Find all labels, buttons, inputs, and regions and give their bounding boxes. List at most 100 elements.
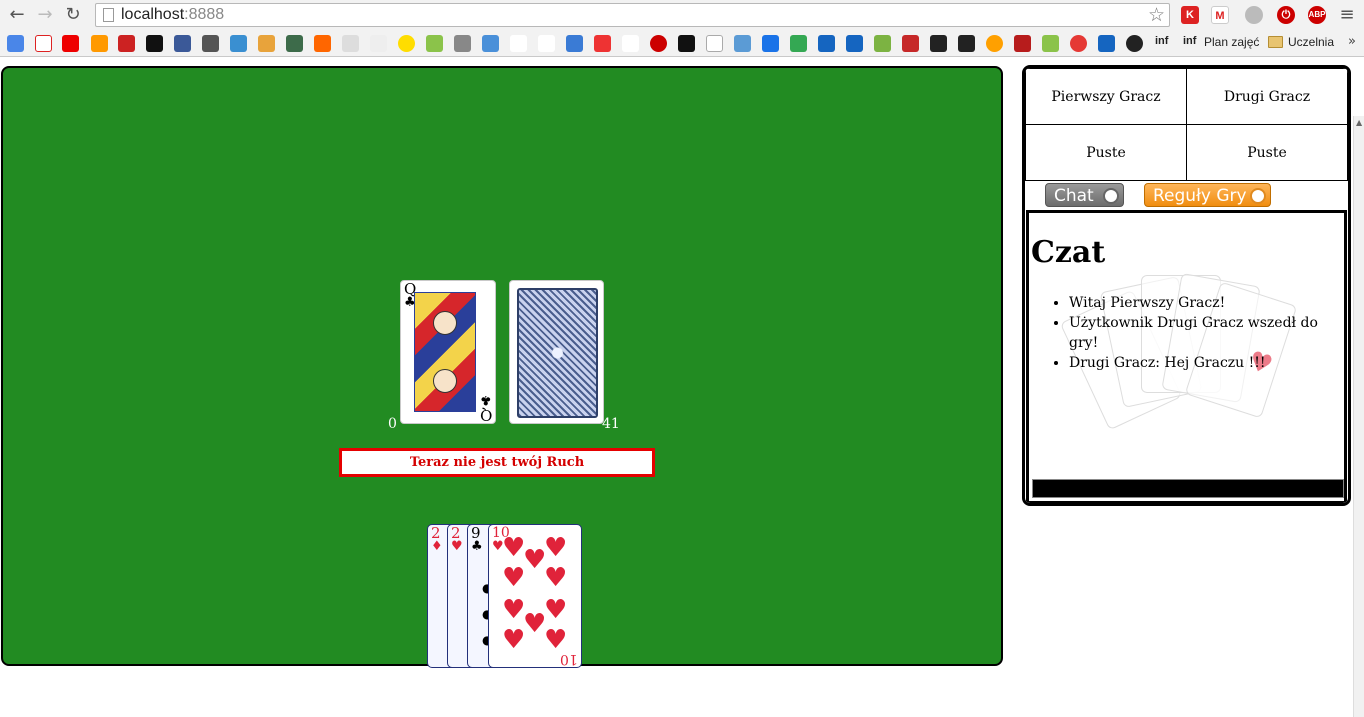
player-slot-1: Pierwszy Gracz bbox=[1025, 68, 1187, 125]
bookmark-inf-label[interactable]: inf bbox=[1155, 35, 1168, 47]
reload-icon[interactable]: ↻ bbox=[62, 4, 84, 26]
scroll-up-icon[interactable]: ▲ bbox=[1356, 118, 1362, 127]
bookmark-icon-40[interactable] bbox=[1098, 35, 1115, 52]
chat-message: Drugi Gracz: Hej Graczu !!! bbox=[1069, 353, 1344, 373]
bookmark-icon-25[interactable] bbox=[678, 35, 695, 52]
rules-tab-label: Reguły Gry bbox=[1153, 186, 1247, 206]
bookmark-google-icon[interactable] bbox=[7, 35, 24, 52]
extension-k-icon[interactable]: K bbox=[1181, 6, 1199, 24]
bookmark-icon-36[interactable] bbox=[986, 35, 1003, 52]
bookmark-icon-19[interactable] bbox=[510, 35, 527, 52]
hand-card-10-hearts[interactable]: 10 ♥ ♥ ♥ ♥ ♥ ♥ ♥ ♥ ♥ ♥ ♥ 10 bbox=[488, 524, 582, 668]
diamond-icon: ♦ bbox=[431, 539, 443, 554]
bookmark-icon-11[interactable] bbox=[286, 35, 303, 52]
heart-pip-icon: ♥ bbox=[502, 595, 526, 625]
chat-panel: ♥ Czat Witaj Pierwszy Gracz! Użytkownik … bbox=[1026, 210, 1347, 503]
chat-message: Witaj Pierwszy Gracz! bbox=[1069, 293, 1344, 313]
heart-pip-icon: ♥ bbox=[502, 625, 526, 655]
bookmark-icon-6[interactable] bbox=[146, 35, 163, 52]
bookmark-icon-13[interactable] bbox=[342, 35, 359, 52]
bookmark-icon-30[interactable] bbox=[818, 35, 835, 52]
bookmark-icon-31[interactable] bbox=[846, 35, 863, 52]
bookmark-gmail-icon[interactable] bbox=[35, 35, 52, 52]
heart-pip-icon: ♥ bbox=[502, 563, 526, 593]
bookmark-icon-10[interactable] bbox=[258, 35, 275, 52]
heart-pip-icon: ♥ bbox=[544, 533, 568, 563]
bookmark-icon-24[interactable] bbox=[650, 35, 667, 52]
chat-input[interactable] bbox=[1032, 479, 1344, 498]
gmail-icon[interactable]: M bbox=[1211, 6, 1229, 24]
bookmark-icon-37[interactable] bbox=[1014, 35, 1031, 52]
bookmark-icon-12[interactable] bbox=[314, 35, 331, 52]
heart-pip-icon: ♥ bbox=[523, 609, 547, 639]
bookmark-icon-8[interactable] bbox=[202, 35, 219, 52]
bookmark-icon-21[interactable] bbox=[566, 35, 583, 52]
heart-icon: ♥ bbox=[451, 539, 463, 554]
search-extension-icon[interactable] bbox=[1245, 6, 1263, 24]
bookmark-icon-28[interactable] bbox=[762, 35, 779, 52]
card-back-pattern bbox=[517, 288, 598, 418]
rules-tab-button[interactable]: Reguły Gry bbox=[1144, 183, 1271, 207]
card-rank: Q bbox=[479, 406, 492, 424]
page-content: Q ♣ ♣ Q 0 41 Teraz nie jest twój Ruch 2 … bbox=[0, 58, 1364, 717]
heart-pip-icon: ♥ bbox=[544, 625, 568, 655]
player-slot-2: Drugi Gracz bbox=[1186, 68, 1348, 125]
chat-message: Użytkownik Drugi Gracz wszedł do gry! bbox=[1069, 313, 1344, 353]
card-table: Q ♣ ♣ Q 0 41 Teraz nie jest twój Ruch 2 … bbox=[1, 66, 1003, 668]
queen-face-icon bbox=[433, 311, 457, 335]
bookmarks-bar: inf inf Plan zajęć Uczelnia » bbox=[0, 30, 1364, 57]
bookmark-icon-17[interactable] bbox=[454, 35, 471, 52]
back-arrow-icon[interactable]: ← bbox=[6, 4, 28, 26]
bookmark-icon-26[interactable] bbox=[706, 35, 723, 52]
player-slot-3: Puste bbox=[1025, 124, 1187, 181]
address-bar[interactable]: localhost:8888 ☆ bbox=[95, 3, 1170, 27]
club-icon: ♣ bbox=[471, 539, 483, 554]
bookmark-xda-icon[interactable] bbox=[930, 35, 947, 52]
bookmark-icon-35[interactable] bbox=[958, 35, 975, 52]
page-icon bbox=[103, 8, 114, 22]
turn-status-message: Teraz nie jest twój Ruch bbox=[339, 448, 655, 477]
bookmark-play-icon[interactable] bbox=[790, 35, 807, 52]
bookmark-amazon-icon[interactable] bbox=[91, 35, 108, 52]
bookmark-plan-icon[interactable]: inf bbox=[1183, 35, 1196, 47]
heart-pip-icon: ♥ bbox=[502, 533, 526, 563]
draw-deck[interactable] bbox=[509, 280, 604, 424]
chat-tab-button[interactable]: Chat bbox=[1045, 183, 1124, 207]
chat-tab-label: Chat bbox=[1054, 186, 1094, 206]
forward-arrow-icon[interactable]: → bbox=[34, 4, 56, 26]
bookmark-icon-38[interactable] bbox=[1042, 35, 1059, 52]
chat-messages: Witaj Pierwszy Gracz! Użytkownik Drugi G… bbox=[1069, 293, 1344, 373]
url-text[interactable]: localhost:8888 bbox=[121, 6, 224, 24]
bookmark-facebook-icon[interactable] bbox=[174, 35, 191, 52]
bookmark-youtube-icon[interactable] bbox=[62, 35, 79, 52]
adblock-plus-icon[interactable]: ABP bbox=[1308, 6, 1326, 24]
bookmarks-overflow-icon[interactable]: » bbox=[1348, 34, 1356, 49]
bookmark-icon-33[interactable] bbox=[902, 35, 919, 52]
bookmark-icon-39[interactable] bbox=[1070, 35, 1087, 52]
bookmark-icon-5[interactable] bbox=[118, 35, 135, 52]
bookmark-icon-16[interactable] bbox=[426, 35, 443, 52]
menu-icon[interactable]: ≡ bbox=[1336, 4, 1358, 26]
stop-extension-icon[interactable]: ⏻ bbox=[1277, 6, 1295, 24]
side-panel: Pierwszy Gracz Drugi Gracz Puste Puste C… bbox=[1022, 65, 1351, 506]
bookmark-folder-uczelnia[interactable]: Uczelnia bbox=[1288, 35, 1334, 49]
bookmark-icon-18[interactable] bbox=[482, 35, 499, 52]
bookmark-icon-22[interactable] bbox=[594, 35, 611, 52]
bookmark-github-icon[interactable] bbox=[1126, 35, 1143, 52]
bookmark-icon-23[interactable] bbox=[622, 35, 639, 52]
bookmark-icon-20[interactable] bbox=[538, 35, 555, 52]
bookmark-android-icon[interactable] bbox=[874, 35, 891, 52]
bookmark-icon-9[interactable] bbox=[230, 35, 247, 52]
deck-count: 41 bbox=[602, 416, 620, 432]
bookmark-smiley-icon[interactable] bbox=[398, 35, 415, 52]
bookmark-plan-label[interactable]: Plan zajęć bbox=[1204, 35, 1259, 49]
chat-title: Czat bbox=[1031, 235, 1106, 270]
heart-pip-icon: ♥ bbox=[544, 595, 568, 625]
browser-toolbar: ← → ↻ localhost:8888 ☆ K M ⏻ ABP ≡ bbox=[0, 0, 1364, 30]
bookmark-icon-27[interactable] bbox=[734, 35, 751, 52]
club-icon: ♣ bbox=[480, 392, 492, 407]
bookmark-star-icon[interactable]: ☆ bbox=[1148, 4, 1165, 26]
page-scrollbar[interactable]: ▲ bbox=[1353, 116, 1364, 717]
bookmark-icon-14[interactable] bbox=[370, 35, 387, 52]
heart-pip-icon: ♥ bbox=[523, 545, 547, 575]
